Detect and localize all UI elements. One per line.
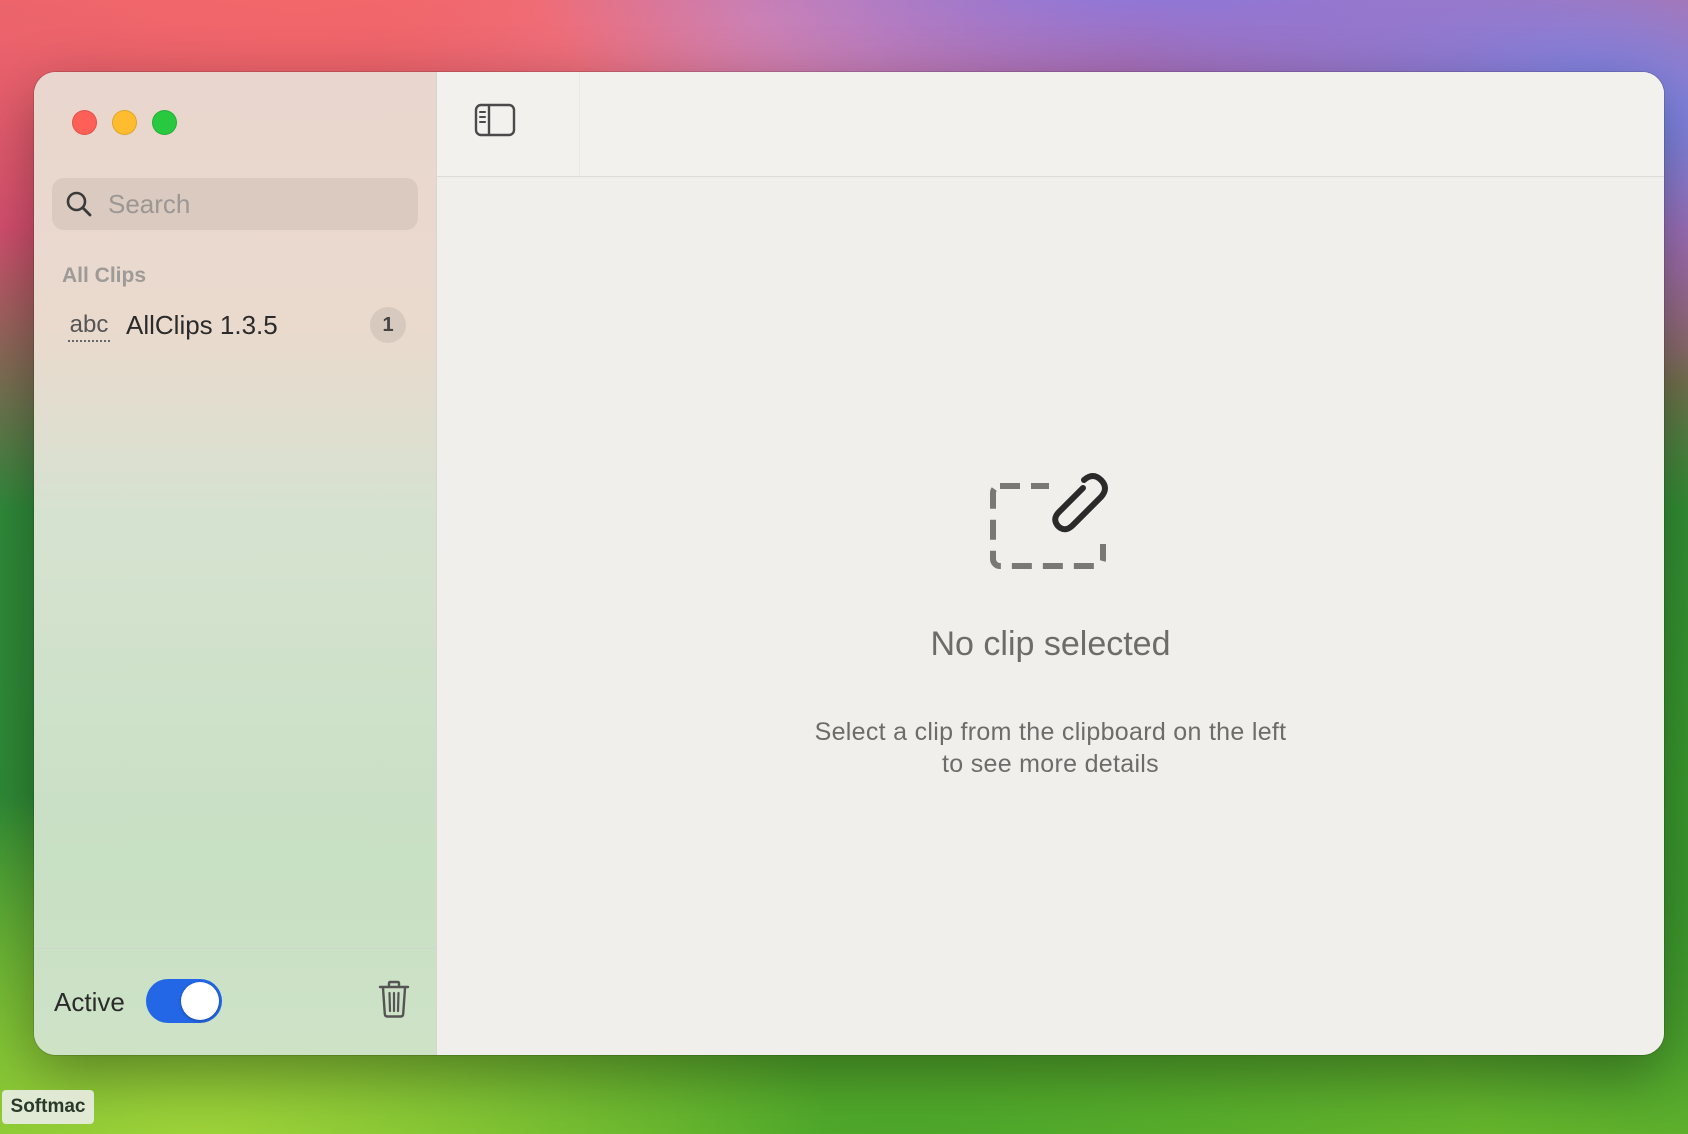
clip-count-badge: 1 — [370, 307, 406, 343]
empty-subtitle: Select a clip from the clipboard on the … — [437, 716, 1664, 780]
window-controls — [72, 110, 177, 135]
clip-title: AllClips 1.3.5 — [126, 309, 278, 340]
list-item[interactable]: abc AllClips 1.3.5 1 — [52, 298, 418, 352]
trash-button[interactable] — [374, 979, 414, 1023]
detail-pane: No clip selected Select a clip from the … — [437, 72, 1664, 1055]
zoom-button[interactable] — [152, 110, 177, 135]
toolbar — [437, 72, 1664, 177]
toolbar-divider — [579, 72, 580, 176]
sidebar-toggle-button[interactable] — [473, 102, 517, 142]
trash-icon — [377, 979, 411, 1024]
text-clip-icon: abc — [66, 313, 112, 342]
toggle-knob — [181, 982, 219, 1020]
empty-subtitle-line-1: Select a clip from the clipboard on the … — [814, 718, 1287, 746]
active-label: Active — [54, 987, 125, 1017]
empty-subtitle-line-2: to see more details — [942, 750, 1159, 778]
empty-state: No clip selected Select a clip from the … — [437, 472, 1664, 780]
active-toggle[interactable] — [146, 979, 222, 1023]
search-icon — [64, 189, 94, 219]
minimize-button[interactable] — [112, 110, 137, 135]
app-window: All Clips abc AllClips 1.3.5 1 Active — [34, 72, 1664, 1055]
section-label-all-clips: All Clips — [62, 264, 147, 287]
search-field[interactable] — [52, 178, 418, 230]
sidebar-toggle-icon — [474, 103, 516, 142]
paperclip-dashed-icon — [437, 472, 1664, 577]
empty-title: No clip selected — [930, 625, 1171, 663]
watermark-logo: Softmac — [2, 1090, 94, 1124]
search-input[interactable] — [106, 187, 400, 221]
close-button[interactable] — [72, 110, 97, 135]
sidebar-footer: Active — [34, 948, 436, 1055]
sidebar: All Clips abc AllClips 1.3.5 1 Active — [34, 72, 437, 1055]
